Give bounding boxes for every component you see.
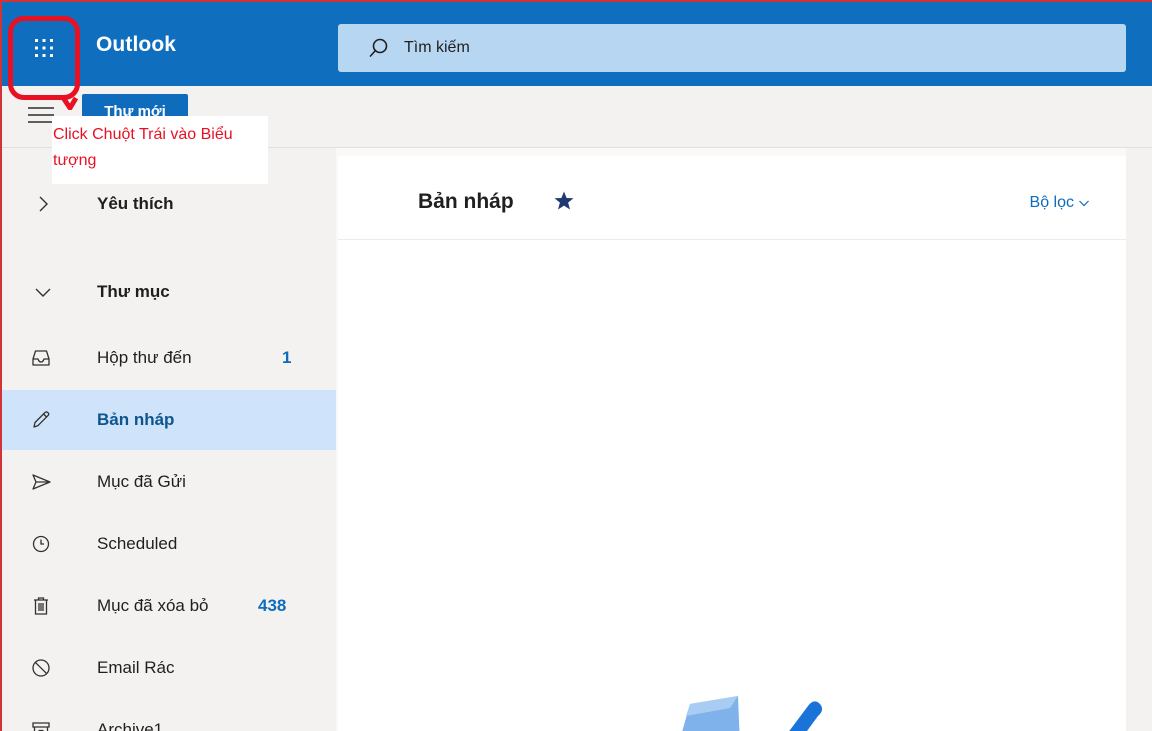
top-header: Outlook [0,0,1152,86]
hamburger-icon [28,107,54,109]
waffle-icon [35,39,53,57]
search-icon [369,38,388,57]
sidebar-item-label: Mục đã xóa bỏ [97,596,209,615]
deleted-count-badge: 438 [258,596,287,615]
sidebar-item-deleted[interactable]: Mục đã xóa bỏ 438 [0,576,336,636]
folder-pane: Yêu thích Thư mục Hộp thư đến 1 Bản nháp… [0,148,336,731]
sidebar-item-sent[interactable]: Mục đã Gửi [0,452,336,512]
sidebar-item-label: Scheduled [97,534,178,553]
sidebar-item-label: Mục đã Gửi [97,472,186,491]
empty-folder-illustration [682,696,823,731]
filter-label: Bộ lọc [1029,194,1074,211]
sidebar-item-label: Bản nháp [97,410,175,429]
message-list-header: Bản nháp Bộ lọc [338,156,1126,240]
star-icon[interactable] [552,189,576,213]
sidebar-item-label: Hộp thư đến [97,348,192,367]
favorites-label: Yêu thích [97,194,174,213]
app-launcher-button[interactable] [22,26,66,70]
message-list-pane: Bản nháp Bộ lọc [338,156,1126,731]
search-box[interactable] [338,24,1126,72]
folder-title: Bản nháp [418,190,514,213]
chevron-down-icon [1079,200,1089,207]
nav-toggle-button[interactable] [28,107,54,129]
app-title[interactable]: Outlook [96,33,176,57]
sidebar-item-label: Archive1 [97,720,164,731]
sidebar-item-scheduled[interactable]: Scheduled [0,514,336,574]
unread-count-badge: 1 [282,348,292,367]
inbox-icon [32,350,50,366]
clock-icon [32,535,50,553]
annotation-text: Click Chuột Trái vào Biểu tượng [53,126,233,169]
trash-icon [34,597,48,615]
sidebar-item-label: Email Rác [97,658,175,677]
blocked-icon [32,659,50,677]
folders-label: Thư mục [97,282,170,301]
pencil-icon [33,411,50,428]
sidebar-item-drafts[interactable]: Bản nháp [0,390,336,450]
filter-button[interactable]: Bộ lọc [1030,194,1090,212]
folders-group[interactable]: Thư mục [0,262,336,322]
chevron-down-icon [35,288,51,297]
send-icon [32,474,51,490]
sidebar-item-inbox[interactable]: Hộp thư đến 1 [0,328,336,388]
sidebar-item-junk[interactable]: Email Rác [0,638,336,698]
chevron-right-icon [39,196,48,212]
search-input[interactable] [404,39,1004,57]
sidebar-item-archive[interactable]: Archive1 [0,700,336,731]
right-edge-strip [1126,148,1152,731]
archive-icon [32,722,50,731]
annotation-callout: Click Chuột Trái vào Biểu tượng [52,116,268,184]
